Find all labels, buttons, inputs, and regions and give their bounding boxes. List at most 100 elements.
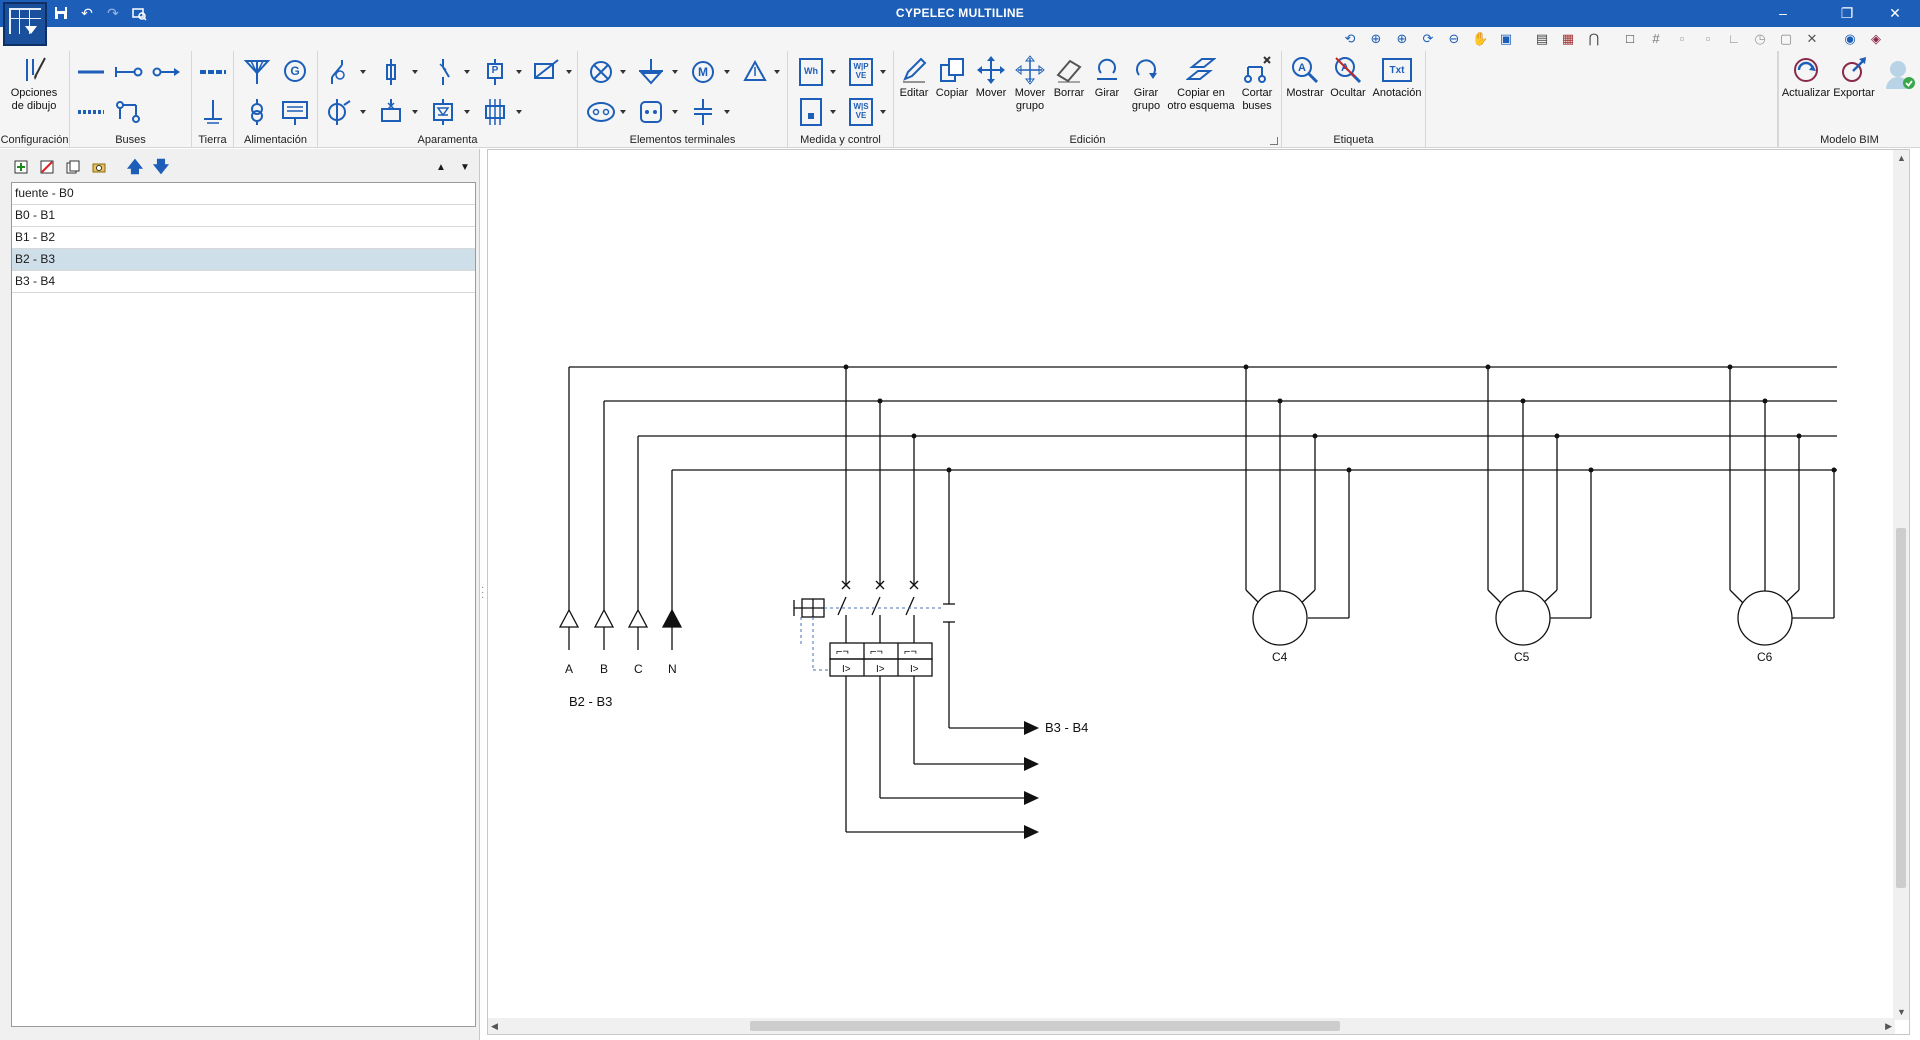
lamp-icon[interactable] (586, 59, 616, 85)
bus-line-icon[interactable] (76, 59, 106, 85)
outlet-box-icon[interactable] (636, 99, 666, 125)
dropdown-arrow-icon[interactable] (724, 110, 730, 114)
analyzer-icon[interactable]: W|P VE (846, 57, 876, 87)
list-item[interactable]: B0 - B1 (12, 205, 475, 227)
drawing-options-button[interactable]: Opciones de dibujo (4, 55, 64, 113)
panel-supply-icon[interactable] (280, 99, 310, 125)
dropdown-arrow-icon[interactable] (830, 110, 836, 114)
scroll-right-arrow-icon[interactable]: ▶ (1885, 1021, 1892, 1032)
move-up-icon[interactable]: 🡅 (126, 159, 144, 177)
open-folder-icon[interactable] (90, 159, 108, 177)
bus-branch-icon[interactable] (114, 99, 144, 125)
dropdown-arrow-icon[interactable] (360, 70, 366, 74)
load-icon[interactable] (636, 59, 666, 85)
restore-button[interactable]: ❐ (1824, 0, 1870, 27)
duplicate-icon[interactable] (64, 159, 82, 177)
redo-icon[interactable]: ↷ (104, 4, 122, 22)
capacitor-icon[interactable] (688, 99, 718, 125)
hide-button[interactable]: A Ocultar (1326, 55, 1370, 100)
print-preview-icon[interactable] (130, 4, 148, 22)
save-icon[interactable] (52, 4, 70, 22)
export-button[interactable]: Exportar (1831, 55, 1877, 100)
scroll-up-icon[interactable]: ▲ (432, 159, 450, 177)
edit-button[interactable]: Editar (896, 55, 932, 100)
scroll-up-arrow-icon[interactable]: ▲ (1897, 153, 1906, 163)
dropdown-arrow-icon[interactable] (672, 70, 678, 74)
bus-connector-icon[interactable] (114, 59, 144, 85)
dropdown-arrow-icon[interactable] (672, 110, 678, 114)
rotate-button[interactable]: Girar (1088, 55, 1126, 100)
splitter-handle[interactable]: · · · (481, 583, 486, 603)
angle-icon[interactable]: ∟ (1726, 31, 1742, 47)
dropdown-arrow-icon[interactable] (516, 70, 522, 74)
antenna-icon[interactable] (242, 59, 272, 85)
add-icon[interactable] (12, 159, 30, 177)
surge-protector-icon[interactable] (530, 59, 560, 85)
list-item[interactable]: fuente - B0 (12, 183, 475, 205)
list-item[interactable]: B3 - B4 (12, 271, 475, 293)
pan-hand-icon[interactable]: ✋ (1472, 31, 1488, 47)
history-icon[interactable]: ◷ (1752, 31, 1768, 47)
grid-icon[interactable]: # (1648, 31, 1664, 47)
drawing-canvas[interactable]: I> I> I> ⌐¬ ⌐¬ ⌐¬ A B C N B2 - B3 B3 - B4 C4… (487, 149, 1910, 1035)
layers-icon[interactable]: ▤ (1534, 31, 1550, 47)
frame-icon[interactable]: □ (1622, 31, 1638, 47)
zoom-all-icon[interactable]: ⟲ (1342, 31, 1358, 47)
analyzer-secondary-icon[interactable]: W|S VE (846, 97, 876, 127)
update-button[interactable]: Actualizar (1781, 55, 1831, 100)
vertical-scroll-thumb[interactable] (1896, 528, 1906, 888)
app-menu-button[interactable] (3, 2, 47, 46)
zoom-refresh-icon[interactable]: ⟳ (1420, 31, 1436, 47)
web-help-icon[interactable]: ◉ (1842, 31, 1858, 47)
copy-button[interactable]: Copiar (932, 55, 972, 100)
annotation-button[interactable]: Txt Anotación (1370, 55, 1424, 100)
dropdown-arrow-icon[interactable] (464, 70, 470, 74)
recycle-icon[interactable] (740, 59, 770, 85)
vertical-scrollbar[interactable]: ▲ ▼ (1893, 150, 1909, 1020)
switch-disconnector-icon[interactable] (324, 59, 354, 85)
bus-dotted-icon[interactable] (76, 99, 106, 125)
dropdown-arrow-icon[interactable] (774, 70, 780, 74)
dropdown-arrow-icon[interactable] (360, 110, 366, 114)
zoom-window-icon[interactable]: ⊕ (1368, 31, 1384, 47)
horizontal-scroll-thumb[interactable] (750, 1021, 1340, 1031)
dropdown-arrow-icon[interactable] (880, 70, 886, 74)
dropdown-arrow-icon[interactable] (412, 110, 418, 114)
scroll-down-icon[interactable]: ▼ (456, 159, 474, 177)
bus-thick-icon[interactable] (198, 59, 228, 85)
motor-icon[interactable]: M (688, 59, 718, 85)
dropdown-arrow-icon[interactable] (464, 110, 470, 114)
bim-server-icon[interactable]: ◈ (1868, 31, 1884, 47)
horizontal-scrollbar[interactable]: ◀ ▶ (488, 1018, 1895, 1034)
dropdown-arrow-icon[interactable] (516, 110, 522, 114)
contactor-icon[interactable] (324, 99, 354, 125)
delete-icon[interactable] (38, 159, 56, 177)
magnet-icon[interactable]: ⋂ (1586, 31, 1602, 47)
list-item-selected[interactable]: B2 - B3 (12, 249, 475, 271)
delete-view-icon[interactable]: ▢ (1778, 31, 1794, 47)
zoom-in-icon[interactable]: ⊕ (1394, 31, 1410, 47)
energy-meter-icon[interactable]: Wh (796, 57, 826, 87)
tools-icon[interactable]: ✕ (1804, 31, 1820, 47)
dropdown-arrow-icon[interactable] (412, 70, 418, 74)
control-relay-icon[interactable] (796, 97, 826, 127)
socket-icon[interactable] (586, 99, 616, 125)
breaker-icon[interactable] (428, 59, 458, 85)
grid-color-icon[interactable]: ▦ (1560, 31, 1576, 47)
move-button[interactable]: Mover (972, 55, 1010, 100)
dropdown-arrow-icon[interactable] (880, 110, 886, 114)
show-button[interactable]: A Mostrar (1284, 55, 1326, 100)
move-down-icon[interactable]: 🡇 (152, 159, 170, 177)
scroll-left-arrow-icon[interactable]: ◀ (491, 1021, 498, 1032)
move-group-button[interactable]: Mover grupo (1010, 55, 1050, 113)
ortho-icon[interactable]: ▫ (1700, 31, 1716, 47)
dropdown-arrow-icon[interactable] (566, 70, 572, 74)
cut-buses-button[interactable]: Cortar buses (1236, 55, 1278, 113)
undo-icon[interactable]: ↶ (78, 4, 96, 22)
user-status-icon[interactable] (1883, 57, 1917, 91)
power-supply-icon[interactable]: P (480, 59, 510, 85)
zoom-out-icon[interactable]: ⊖ (1446, 31, 1462, 47)
delete-button[interactable]: Borrar (1050, 55, 1088, 100)
rotate-group-button[interactable]: Girar grupo (1126, 55, 1166, 113)
redraw-icon[interactable]: ▣ (1498, 31, 1514, 47)
